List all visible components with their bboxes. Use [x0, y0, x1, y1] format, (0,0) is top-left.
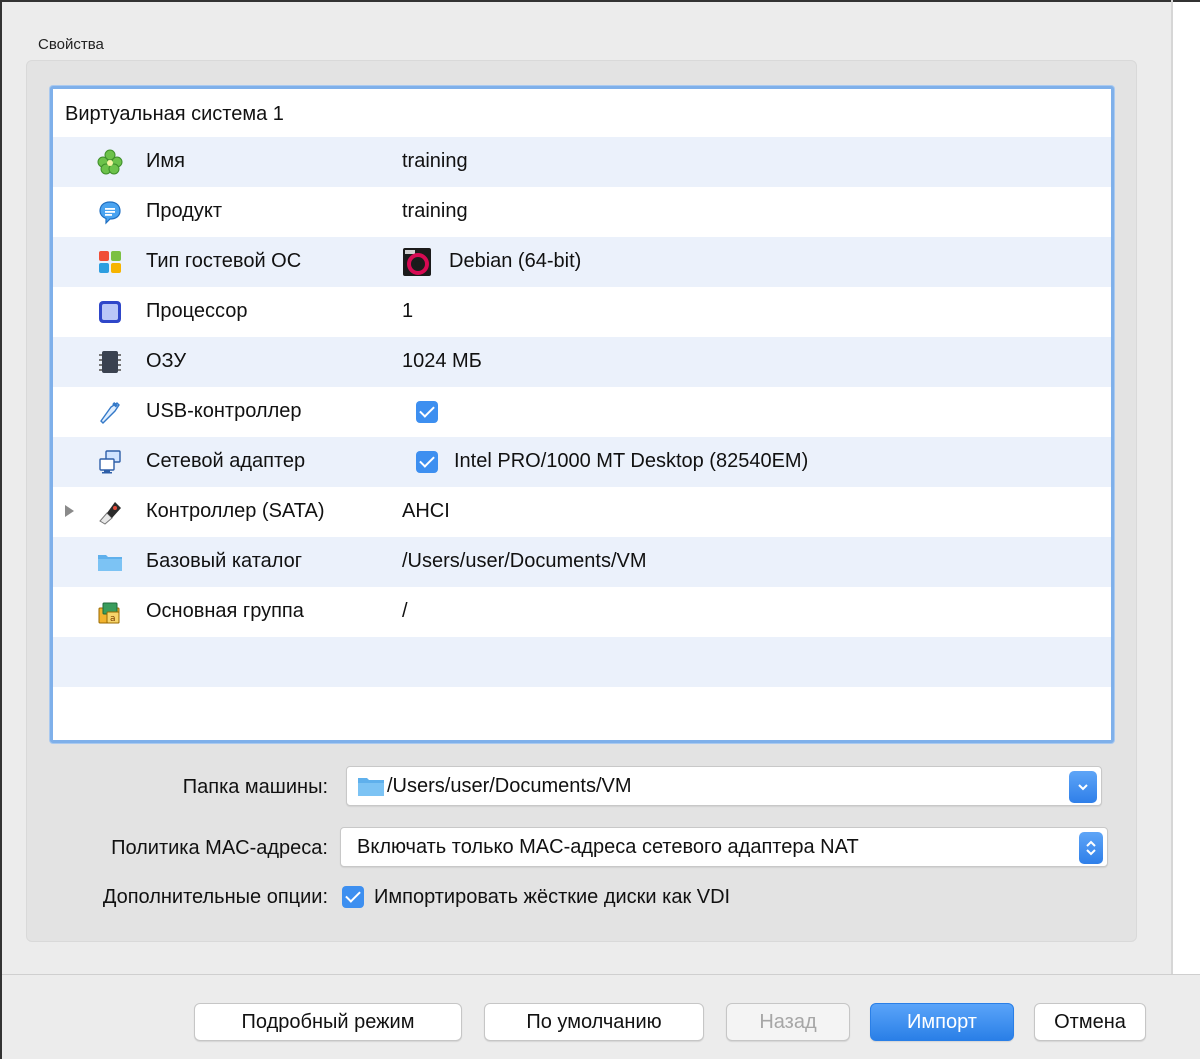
mac-policy-select[interactable]: Включать только MAC-адреса сетевого адап…	[340, 827, 1108, 867]
sata-controller-icon	[97, 499, 123, 525]
group-icon: a	[97, 599, 123, 625]
usb-icon	[97, 399, 123, 425]
ram-icon	[97, 349, 123, 375]
tree-row-cpu[interactable]: Процессор 1	[53, 287, 1111, 337]
tree-row-usb[interactable]: USB-контроллер	[53, 387, 1111, 437]
import-as-vdi-checkbox[interactable]	[342, 886, 364, 908]
row-value[interactable]: training	[402, 200, 468, 223]
additional-options-label: Дополнительные опции:	[102, 886, 328, 908]
row-value[interactable]: Debian (64-bit)	[449, 250, 581, 273]
tree-row-sata[interactable]: Контроллер (SATA) AHCI	[53, 487, 1111, 537]
debian-logo-icon	[402, 247, 432, 277]
mac-policy-label: Политика MAC-адреса:	[111, 837, 328, 859]
row-label: Тип гостевой ОС	[146, 250, 302, 272]
machine-folder-label: Папка машины:	[182, 776, 328, 798]
expand-arrow-icon[interactable]	[65, 505, 74, 517]
properties-group-title: Свойства	[38, 36, 104, 53]
content-right-edge	[1171, 0, 1173, 975]
row-value[interactable]: /	[402, 600, 408, 623]
back-button[interactable]: Назад	[726, 1003, 850, 1041]
row-label: Сетевой адаптер	[146, 450, 306, 472]
tree-row-ram[interactable]: ОЗУ 1024 МБ	[53, 337, 1111, 387]
row-value[interactable]: 1024 МБ	[402, 350, 482, 373]
row-value[interactable]: training	[402, 150, 468, 173]
tree-row-name[interactable]: Имя training	[53, 137, 1111, 187]
up-down-arrows-icon[interactable]	[1079, 832, 1103, 864]
row-label: ОЗУ	[146, 350, 187, 372]
restore-defaults-button[interactable]: По умолчанию	[484, 1003, 704, 1041]
row-value[interactable]: 1	[402, 300, 413, 323]
tree-row-primary-group[interactable]: a Основная группа /	[53, 587, 1111, 637]
import-as-vdi-label[interactable]: Импортировать жёсткие диски как VDI	[374, 886, 730, 909]
row-value[interactable]: /Users/user/Documents/VM	[402, 550, 647, 573]
row-label: USB-контроллер	[146, 400, 302, 422]
virtual-system-header[interactable]: Виртуальная система 1	[65, 103, 284, 126]
usb-controller-checkbox[interactable]	[416, 401, 438, 423]
network-adapter-checkbox[interactable]	[416, 451, 438, 473]
folder-icon	[357, 775, 385, 804]
cancel-button[interactable]: Отмена	[1034, 1003, 1146, 1041]
product-icon	[97, 199, 123, 225]
row-value[interactable]: Intel PRO/1000 MT Desktop (82540EM)	[454, 450, 808, 473]
tree-row-base-folder[interactable]: Базовый каталог /Users/user/Documents/VM	[53, 537, 1111, 587]
appliance-settings-tree[interactable]: Виртуальная система 1 Имя training Проду…	[50, 86, 1114, 743]
expert-mode-button[interactable]: Подробный режим	[194, 1003, 462, 1041]
mac-policy-value: Включать только MAC-адреса сетевого адап…	[357, 836, 859, 858]
name-icon	[97, 149, 123, 175]
row-label: Контроллер (SATA)	[146, 500, 325, 522]
chevron-down-icon[interactable]	[1069, 771, 1097, 803]
cpu-icon	[97, 299, 123, 325]
os-type-icon	[97, 249, 123, 275]
row-value[interactable]: AHCI	[402, 500, 450, 523]
folder-icon	[97, 549, 123, 575]
row-label: Процессор	[146, 300, 248, 322]
tree-row-network[interactable]: Сетевой адаптер Intel PRO/1000 MT Deskto…	[53, 437, 1111, 487]
tree-row-product[interactable]: Продукт training	[53, 187, 1111, 237]
machine-folder-combo[interactable]: /Users/user/Documents/VM	[346, 766, 1102, 806]
network-adapter-icon	[97, 449, 123, 475]
row-label: Продукт	[146, 200, 222, 222]
row-label: Основная группа	[146, 600, 304, 622]
machine-folder-value: /Users/user/Documents/VM	[387, 775, 632, 797]
row-label: Базовый каталог	[146, 550, 303, 572]
tree-row-os-type[interactable]: Тип гостевой ОС Debian (64-bit)	[53, 237, 1111, 287]
tree-empty-row	[53, 637, 1111, 687]
svg-text:a: a	[110, 614, 116, 624]
row-label: Имя	[146, 150, 185, 172]
import-button[interactable]: Импорт	[870, 1003, 1014, 1041]
